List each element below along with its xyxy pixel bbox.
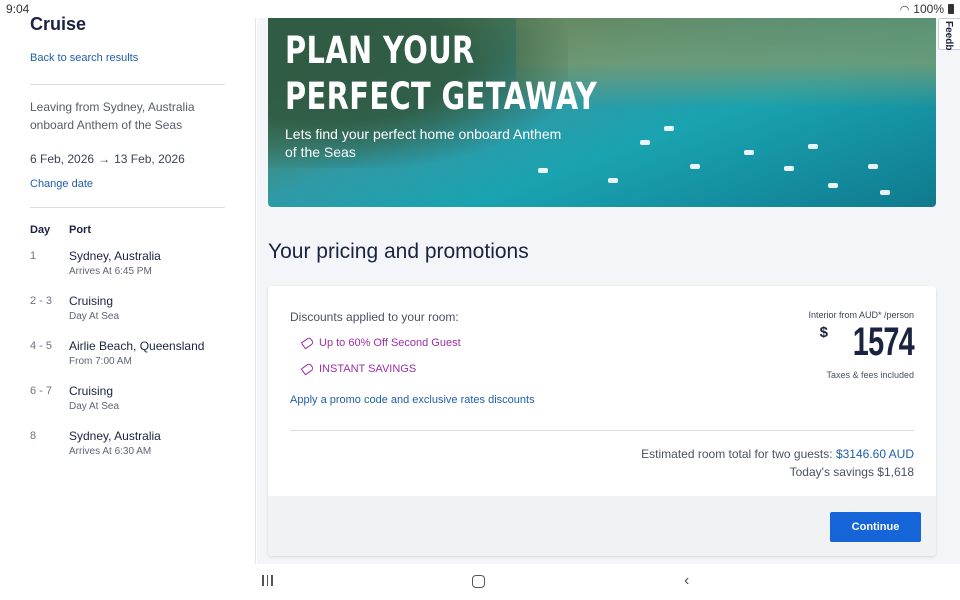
departure-info: Leaving from Sydney, Australia onboard A… [30,100,195,132]
pricing-card: Discounts applied to your room: Up to 60… [268,286,936,556]
change-date-link[interactable]: Change date [30,178,93,190]
boat-shape [828,183,838,188]
itinerary-port: Sydney, Australia [69,429,161,443]
itinerary-port: Cruising [69,384,114,398]
port-column-header: Port [69,224,91,236]
feedback-label: Feedb [943,21,954,51]
promo-label: INSTANT SAVINGS [319,363,417,375]
clock: 9:04 [6,2,30,16]
itinerary-row: 8 Sydney, Australia Arrives At 6:30 AM [30,429,161,457]
battery-icon [948,4,954,14]
sidebar-title: Cruise [30,14,87,34]
boat-shape [808,144,818,149]
date-end: 13 Feb, 2026 [114,152,185,166]
wifi-icon: ◠ [899,3,910,16]
itinerary-day: 4 - 5 [30,340,53,352]
card-footer: Continue [268,496,936,556]
boat-shape [880,190,890,195]
hero-title-line: PERFECT GETAWAY [285,75,598,118]
itinerary-row: 2 - 3 Cruising Day At Sea [30,294,119,322]
itinerary-day: 1 [30,250,37,262]
itinerary-day: 2 - 3 [30,295,53,307]
boat-shape [744,150,754,155]
itinerary-day: 8 [30,430,37,442]
arrow-right-icon: → [98,152,111,166]
itinerary-port: Cruising [69,294,114,308]
status-bar: 9:04 ◠ 100% [0,0,960,18]
back-icon[interactable]: ‹ [684,572,689,590]
divider [290,430,914,431]
itinerary-row: 6 - 7 Cruising Day At Sea [30,384,119,412]
boat-shape [868,164,878,169]
itinerary-port: Airlie Beach, Queensland [69,339,205,353]
itinerary-header: Day Port [30,224,91,236]
recent-apps-icon[interactable] [262,575,273,586]
date-start: 6 Feb, 2026 [30,152,95,166]
price-amount: 1574 [852,320,915,364]
taxes-note: Taxes & fees included [826,370,914,380]
back-to-results-link[interactable]: Back to search results [30,52,138,64]
tag-icon [300,336,315,350]
day-column-header: Day [30,224,51,236]
divider [30,207,225,208]
itinerary-detail: Arrives At 6:45 PM [69,266,152,277]
battery-percent: 100% [913,2,944,16]
hero-banner: PLAN YOUR PERFECT GETAWAY Lets find your… [268,18,936,207]
status-icons: ◠ 100% [900,2,954,16]
apply-promo-code-link[interactable]: Apply a promo code and exclusive rates d… [290,394,535,406]
tag-icon [300,362,315,376]
hero-title-line: PLAN YOUR [285,29,475,72]
itinerary-day: 6 - 7 [30,385,53,397]
sidebar: Cruise Back to search results Leaving fr… [0,14,256,564]
boat-shape [664,126,674,131]
itinerary-detail: Arrives At 6:30 AM [69,446,152,457]
boat-shape [784,166,794,171]
boat-shape [538,168,548,173]
price-label: Interior from AUD* /person [808,310,914,320]
boat-shape [608,178,618,183]
continue-button[interactable]: Continue [830,512,921,542]
itinerary-row: 1 Sydney, Australia Arrives At 6:45 PM [30,249,161,277]
boat-shape [690,164,700,169]
estimated-total-label: Estimated room total for two guests: [641,447,833,461]
savings: Today's savings $1,618 [789,465,914,479]
hero-title: PLAN YOUR PERFECT GETAWAY [285,28,597,120]
currency-symbol: $ [819,324,829,341]
estimated-total: Estimated room total for two guests: $31… [641,447,914,461]
discounts-label: Discounts applied to your room: [290,310,459,324]
hero-subtitle: Lets find your perfect home onboard Anth… [285,126,562,160]
itinerary-port: Sydney, Australia [69,249,161,263]
home-icon[interactable] [472,575,485,588]
itinerary-detail: From 7:00 AM [69,356,132,367]
itinerary-detail: Day At Sea [69,311,120,322]
promo-item: Up to 60% Off Second Guest [300,336,461,350]
main-content: PLAN YOUR PERFECT GETAWAY Lets find your… [257,18,960,564]
boat-shape [640,140,650,145]
android-nav-bar: ‹ [0,564,960,600]
itinerary-detail: Day At Sea [69,401,120,412]
sailing-dates: 6 Feb, 2026 → 13 Feb, 2026 [30,152,185,166]
price: $ 1574 [819,320,915,365]
section-title: Your pricing and promotions [268,240,529,263]
itinerary-row: 4 - 5 Airlie Beach, Queensland From 7:00… [30,339,204,367]
promo-label: Up to 60% Off Second Guest [319,337,461,349]
feedback-tab[interactable]: Feedb [938,18,960,50]
promo-item: INSTANT SAVINGS [300,362,417,376]
estimated-total-amount: $3146.60 AUD [835,447,914,461]
divider [30,84,225,85]
